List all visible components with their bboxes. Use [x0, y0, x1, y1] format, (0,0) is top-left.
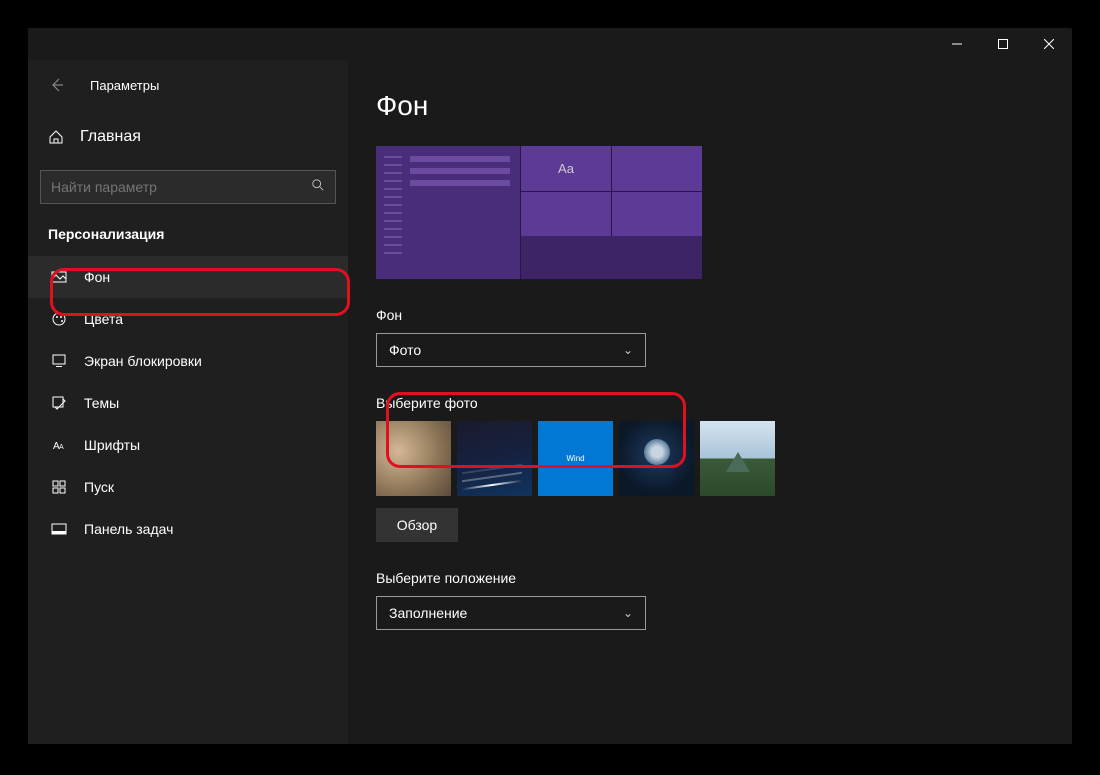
- sidebar-item-start[interactable]: Пуск: [28, 466, 348, 508]
- fonts-icon: AA: [50, 437, 68, 453]
- photo-thumb[interactable]: [457, 421, 532, 496]
- sidebar-item-taskbar[interactable]: Панель задач: [28, 508, 348, 550]
- close-button[interactable]: [1026, 28, 1072, 60]
- sidebar-item-themes[interactable]: Темы: [28, 382, 348, 424]
- sidebar-item-colors[interactable]: Цвета: [28, 298, 348, 340]
- photo-thumb[interactable]: [376, 421, 451, 496]
- back-button[interactable]: [46, 74, 68, 96]
- themes-icon: [50, 395, 68, 411]
- photo-thumbnails: Wind: [376, 421, 1072, 496]
- sidebar-item-label: Фон: [84, 269, 110, 285]
- browse-button[interactable]: Обзор: [376, 508, 458, 542]
- home-icon: [48, 129, 64, 145]
- lock-screen-icon: [50, 353, 68, 369]
- svg-text:A: A: [59, 444, 64, 451]
- sidebar-item-label: Темы: [84, 395, 119, 411]
- position-dropdown[interactable]: Заполнение ⌄: [376, 596, 646, 630]
- sidebar: Параметры Главная Персонализация Фон Цве…: [28, 60, 348, 744]
- dropdown-value: Заполнение: [389, 605, 467, 621]
- background-dropdown[interactable]: Фото ⌄: [376, 333, 646, 367]
- minimize-button[interactable]: [934, 28, 980, 60]
- maximize-button[interactable]: [980, 28, 1026, 60]
- sidebar-item-label: Экран блокировки: [84, 353, 202, 369]
- page-title: Фон: [376, 60, 1072, 146]
- window-title: Параметры: [90, 78, 159, 93]
- preview-sample-text: Aa: [521, 146, 611, 191]
- palette-icon: [50, 311, 68, 327]
- home-label: Главная: [80, 128, 141, 146]
- position-label: Выберите положение: [376, 570, 1072, 586]
- photo-thumb[interactable]: Wind: [538, 421, 613, 496]
- sidebar-item-fonts[interactable]: AA Шрифты: [28, 424, 348, 466]
- search-box[interactable]: [40, 170, 336, 204]
- titlebar: [28, 28, 1072, 60]
- background-label: Фон: [376, 307, 1072, 323]
- search-icon: [311, 178, 325, 197]
- dropdown-value: Фото: [389, 342, 421, 358]
- sidebar-item-label: Цвета: [84, 311, 123, 327]
- settings-window: Параметры Главная Персонализация Фон Цве…: [28, 28, 1072, 744]
- sidebar-item-background[interactable]: Фон: [28, 256, 348, 298]
- sidebar-item-lockscreen[interactable]: Экран блокировки: [28, 340, 348, 382]
- main-panel: Фон Aa Фон Фото ⌄ Выберите фото Wind: [348, 60, 1072, 744]
- search-input[interactable]: [51, 179, 291, 195]
- sidebar-item-label: Пуск: [84, 479, 114, 495]
- picture-icon: [50, 269, 68, 285]
- photo-thumb[interactable]: [619, 421, 694, 496]
- choose-photo-label: Выберите фото: [376, 395, 1072, 411]
- sidebar-item-label: Панель задач: [84, 521, 173, 537]
- taskbar-icon: [50, 521, 68, 537]
- home-button[interactable]: Главная: [28, 116, 348, 158]
- category-header: Персонализация: [28, 204, 348, 256]
- desktop-preview: Aa: [376, 146, 702, 279]
- chevron-down-icon: ⌄: [623, 606, 633, 620]
- start-icon: [50, 479, 68, 495]
- chevron-down-icon: ⌄: [623, 343, 633, 357]
- sidebar-item-label: Шрифты: [84, 437, 140, 453]
- photo-thumb[interactable]: [700, 421, 775, 496]
